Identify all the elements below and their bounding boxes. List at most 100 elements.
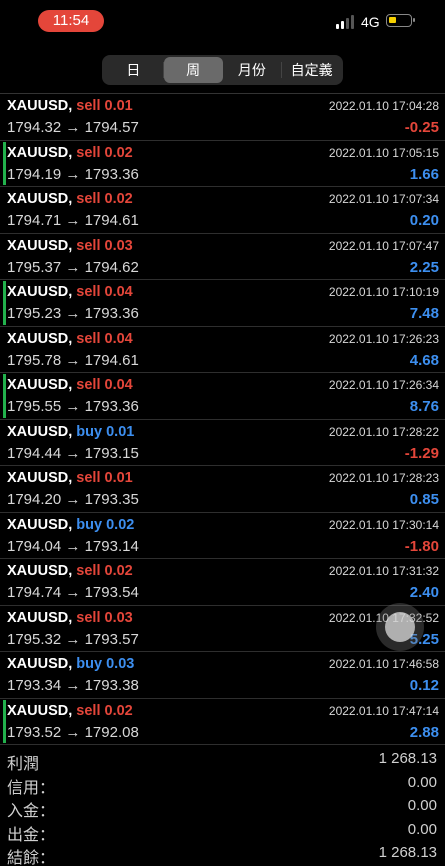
order-title: XAUUSD, buy 0.02 xyxy=(7,517,134,533)
order-close-price: 1793.14 xyxy=(84,537,139,555)
order-datetime: 2022.01.10 17:07:47 xyxy=(328,238,439,253)
status-bar: 11:54 4G xyxy=(0,0,445,44)
order-side: sell xyxy=(76,702,101,719)
summary-label: 出金： xyxy=(7,826,56,844)
order-datetime: 2022.01.10 17:28:22 xyxy=(328,424,439,439)
order-datetime: 2022.01.10 17:26:23 xyxy=(328,331,439,346)
order-datetime: 2022.01.10 17:47:14 xyxy=(328,703,439,718)
order-profit: 2.40 xyxy=(409,584,439,601)
order-prices: 1795.37 → 1794.62 xyxy=(7,259,139,276)
order-symbol: XAUUSD, xyxy=(7,656,73,672)
order-volume: 0.01 xyxy=(106,423,135,440)
order-volume: 0.04 xyxy=(104,330,133,347)
order-row[interactable]: XAUUSD, sell 0.02 2022.01.10 17:47:14 1793… xyxy=(0,699,445,745)
order-row[interactable]: XAUUSD, sell 0.04 2022.01.10 17:26:23 1795… xyxy=(0,327,445,373)
battery-icon xyxy=(386,14,415,27)
order-symbol: XAUUSD, xyxy=(7,702,73,719)
arrow-icon: → xyxy=(65,584,81,601)
arrow-icon: → xyxy=(65,537,81,555)
summary-value: 1 268.13 xyxy=(378,750,437,767)
order-close-price: 1794.61 xyxy=(84,351,139,369)
summary-row: 出金： 0.00 xyxy=(0,819,445,844)
arrow-icon: → xyxy=(65,677,81,694)
order-row[interactable]: XAUUSD, buy 0.01 2022.01.10 17:28:22 1794.… xyxy=(0,420,445,466)
order-open-price: 1794.04 xyxy=(7,537,62,555)
order-close-price: 1793.36 xyxy=(84,165,139,183)
order-close-price: 1792.08 xyxy=(84,723,139,741)
assistive-touch-button[interactable] xyxy=(376,603,424,651)
order-volume: 0.04 xyxy=(104,284,133,300)
arrow-icon: → xyxy=(65,119,81,136)
summary-row: 利潤 1 268.13 xyxy=(0,748,445,773)
order-profit: 2.88 xyxy=(409,723,439,741)
order-symbol: XAUUSD, xyxy=(7,144,73,161)
summary-value: 0.00 xyxy=(407,797,437,814)
order-history-list: XAUUSD, sell 0.01 2022.01.10 17:04:28 1794… xyxy=(0,94,445,745)
order-row[interactable]: XAUUSD, sell 0.01 2022.01.10 17:28:23 1794… xyxy=(0,466,445,513)
status-time[interactable]: 11:54 xyxy=(38,10,104,32)
order-close-price: 1793.38 xyxy=(84,677,139,694)
order-open-price: 1794.44 xyxy=(7,444,62,462)
order-symbol: XAUUSD, xyxy=(7,609,73,626)
order-profit: 1.66 xyxy=(409,165,439,183)
order-row[interactable]: XAUUSD, sell 0.02 2022.01.10 17:31:32 1794… xyxy=(0,559,445,606)
order-volume: 0.03 xyxy=(104,609,133,626)
order-side: sell xyxy=(76,563,101,579)
order-profit: -1.80 xyxy=(404,537,439,555)
order-prices: 1794.74 → 1793.54 xyxy=(7,584,139,601)
order-datetime: 2022.01.10 17:28:23 xyxy=(328,471,439,485)
order-row[interactable]: XAUUSD, sell 0.02 2022.01.10 17:07:34 1794… xyxy=(0,187,445,234)
account-summary: 利潤 1 268.13 信用： 0.00 入金： 0.00 出金： 0.00 結餘： 1 268.… xyxy=(0,748,445,866)
order-title: XAUUSD, sell 0.02 xyxy=(7,145,133,161)
order-row[interactable]: XAUUSD, sell 0.03 2022.01.10 17:07:47 1795… xyxy=(0,234,445,280)
order-symbol: XAUUSD, xyxy=(7,284,73,300)
period-segmented-control: 日 周 月份 自定義 xyxy=(102,55,343,85)
order-volume: 0.02 xyxy=(104,191,133,207)
order-row[interactable]: XAUUSD, buy 0.02 2022.01.10 17:30:14 1794.… xyxy=(0,513,445,559)
order-prices: 1794.04 → 1793.14 xyxy=(7,538,139,555)
segment-month[interactable]: 月份 xyxy=(223,57,282,83)
order-open-price: 1795.55 xyxy=(7,398,62,415)
order-datetime: 2022.01.10 17:30:14 xyxy=(328,517,439,532)
order-profit: -1.29 xyxy=(404,444,439,462)
order-symbol: XAUUSD, xyxy=(7,377,73,393)
order-side: sell xyxy=(76,470,101,486)
order-open-price: 1794.20 xyxy=(7,491,62,508)
order-open-price: 1795.23 xyxy=(7,305,62,322)
order-row[interactable]: XAUUSD, sell 0.02 2022.01.10 17:05:15 1794… xyxy=(0,141,445,187)
arrow-icon: → xyxy=(65,723,81,741)
arrow-icon: → xyxy=(65,398,81,415)
order-title: XAUUSD, buy 0.01 xyxy=(7,424,134,440)
segment-custom[interactable]: 自定義 xyxy=(282,57,341,83)
order-title: XAUUSD, sell 0.02 xyxy=(7,191,133,207)
order-open-price: 1795.32 xyxy=(7,630,62,648)
order-row[interactable]: XAUUSD, buy 0.03 2022.01.10 17:46:58 1793.… xyxy=(0,652,445,699)
summary-row: 入金： 0.00 xyxy=(0,795,445,820)
order-side: buy xyxy=(76,423,103,440)
order-side: sell xyxy=(76,609,101,626)
order-title: XAUUSD, sell 0.04 xyxy=(7,331,133,347)
order-side: sell xyxy=(76,98,101,114)
order-close-price: 1793.35 xyxy=(84,491,139,508)
segment-day[interactable]: 日 xyxy=(104,57,163,83)
order-title: XAUUSD, sell 0.02 xyxy=(7,563,133,579)
order-datetime: 2022.01.10 17:46:58 xyxy=(328,657,439,671)
order-datetime: 2022.01.10 17:05:15 xyxy=(328,145,439,160)
order-row[interactable]: XAUUSD, sell 0.04 2022.01.10 17:26:34 1795… xyxy=(0,373,445,420)
order-title: XAUUSD, sell 0.03 xyxy=(7,238,133,254)
segment-week[interactable]: 周 xyxy=(163,57,223,83)
arrow-icon: → xyxy=(65,444,81,462)
order-open-price: 1793.34 xyxy=(7,677,62,694)
order-symbol: XAUUSD, xyxy=(7,470,73,486)
order-side: sell xyxy=(76,377,101,393)
order-open-price: 1794.32 xyxy=(7,119,62,136)
order-side: sell xyxy=(76,144,101,161)
order-datetime: 2022.01.10 17:04:28 xyxy=(328,99,439,113)
summary-label: 信用： xyxy=(7,779,56,797)
order-profit: 8.76 xyxy=(409,398,439,415)
order-close-price: 1793.36 xyxy=(84,398,139,415)
order-row[interactable]: XAUUSD, sell 0.01 2022.01.10 17:04:28 1794… xyxy=(0,94,445,141)
order-row[interactable]: XAUUSD, sell 0.04 2022.01.10 17:10:19 1795… xyxy=(0,280,445,327)
arrow-icon: → xyxy=(65,351,81,369)
network-type: 4G xyxy=(361,14,380,30)
